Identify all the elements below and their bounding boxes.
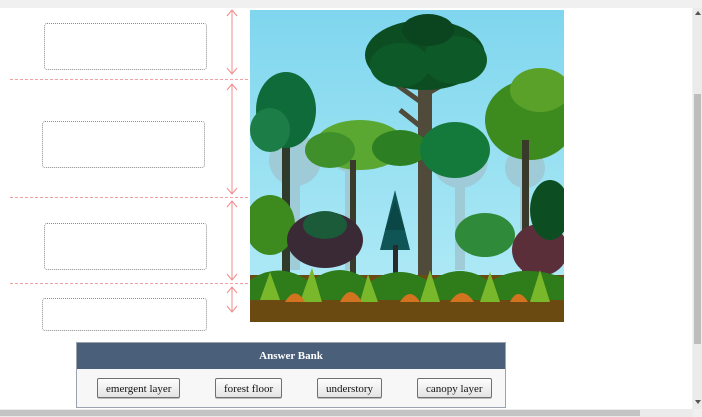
drop-zone-4[interactable] (42, 298, 207, 331)
horizontal-scrollbar[interactable] (0, 409, 693, 417)
answer-chip-forest-floor[interactable]: forest floor (215, 378, 283, 398)
scroll-down-icon[interactable] (695, 400, 701, 404)
vertical-scrollbar[interactable] (693, 8, 702, 409)
answer-chip-canopy-layer[interactable]: canopy layer (417, 378, 492, 398)
drop-zone-3[interactable] (44, 223, 207, 270)
answer-bank-title: Answer Bank (77, 343, 505, 369)
drop-zone-2[interactable] (42, 121, 205, 168)
answer-chip-understory[interactable]: understory (317, 378, 383, 398)
answer-chip-emergent-layer[interactable]: emergent layer (97, 378, 181, 398)
horizontal-scroll-thumb[interactable] (0, 410, 640, 416)
scroll-up-icon[interactable] (695, 11, 701, 15)
answer-bank: Answer Bank emergent layer forest floor … (76, 342, 506, 408)
vertical-scroll-thumb[interactable] (694, 94, 701, 344)
layer-range-arrows (226, 9, 238, 313)
rainforest-image (250, 10, 564, 322)
activity-page: Answer Bank emergent layer forest floor … (0, 8, 692, 409)
drop-zone-1[interactable] (44, 23, 207, 70)
